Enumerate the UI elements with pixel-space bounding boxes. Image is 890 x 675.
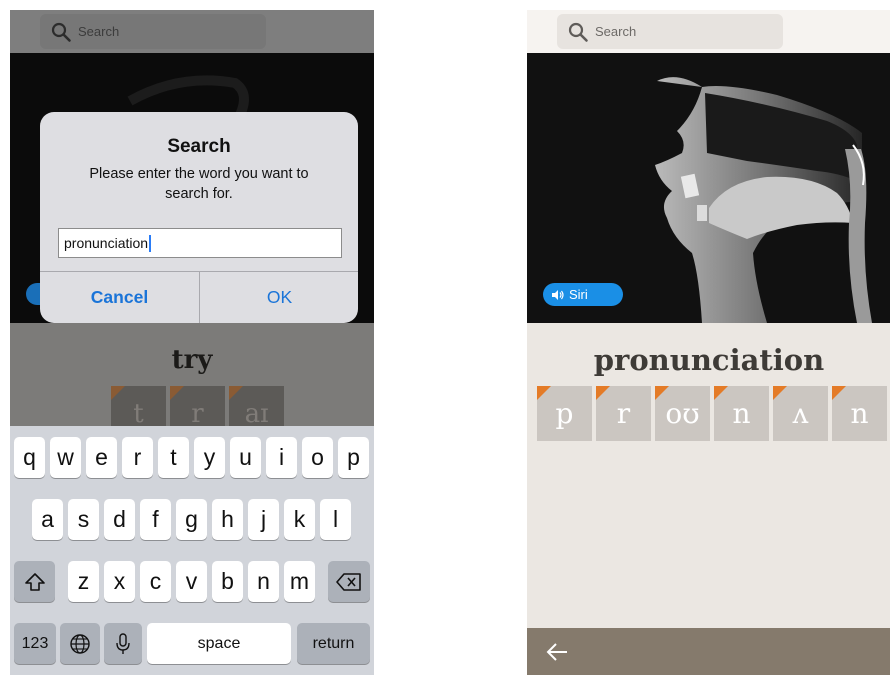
left-phone-screen: Search try t r aɪ Search Please enter th… bbox=[10, 10, 374, 675]
globe-key[interactable] bbox=[60, 623, 100, 664]
phoneme-tile[interactable]: p bbox=[537, 386, 592, 441]
phoneme-tile[interactable]: r bbox=[596, 386, 651, 441]
numbers-key[interactable]: 123 bbox=[14, 623, 56, 664]
shift-arrow-icon bbox=[24, 572, 45, 591]
ok-button[interactable]: OK bbox=[200, 272, 358, 323]
search-icon bbox=[51, 22, 71, 42]
key-m[interactable]: m bbox=[284, 561, 315, 602]
key-u[interactable]: u bbox=[230, 437, 261, 478]
top-search-bar: Search bbox=[527, 10, 890, 53]
bottom-navigation-bar bbox=[527, 628, 890, 675]
key-s[interactable]: s bbox=[68, 499, 99, 540]
key-i[interactable]: i bbox=[266, 437, 297, 478]
backspace-icon bbox=[336, 572, 361, 591]
speaker-icon bbox=[552, 289, 564, 300]
dialog-input-value: pronunciation bbox=[64, 235, 149, 251]
search-placeholder: Search bbox=[595, 24, 637, 39]
key-d[interactable]: d bbox=[104, 499, 135, 540]
cancel-button[interactable]: Cancel bbox=[40, 272, 199, 323]
tile-corner-marker bbox=[714, 386, 728, 400]
search-icon bbox=[568, 22, 588, 42]
key-w[interactable]: w bbox=[50, 437, 81, 478]
shift-key[interactable] bbox=[14, 561, 55, 602]
key-y[interactable]: y bbox=[194, 437, 225, 478]
key-r[interactable]: r bbox=[122, 437, 153, 478]
tile-corner-marker bbox=[773, 386, 787, 400]
key-k[interactable]: k bbox=[284, 499, 315, 540]
key-z[interactable]: z bbox=[68, 561, 99, 602]
key-q[interactable]: q bbox=[14, 437, 45, 478]
delete-key[interactable] bbox=[328, 561, 370, 602]
phoneme-tile[interactable]: n bbox=[714, 386, 769, 441]
dialog-message: Please enter the word you want to search… bbox=[89, 166, 309, 202]
onscreen-keyboard: q w e r t y u i o p a s d f g h j k l z … bbox=[10, 426, 374, 675]
word-area: pronunciation p r oʊ n ʌ n bbox=[527, 323, 890, 675]
globe-icon bbox=[70, 633, 90, 654]
tile-corner-marker bbox=[229, 386, 243, 400]
key-t[interactable]: t bbox=[158, 437, 189, 478]
tile-corner-marker bbox=[832, 386, 846, 400]
search-dialog: Search Please enter the word you want to… bbox=[40, 112, 358, 323]
phoneme-tiles: p r oʊ n ʌ n bbox=[537, 386, 887, 441]
articulation-image: Siri bbox=[527, 53, 890, 323]
tile-corner-marker bbox=[537, 386, 551, 400]
key-l[interactable]: l bbox=[320, 499, 351, 540]
search-field[interactable]: Search bbox=[40, 14, 266, 49]
key-j[interactable]: j bbox=[248, 499, 279, 540]
space-key[interactable]: space bbox=[147, 623, 291, 664]
dialog-title: Search bbox=[167, 136, 231, 157]
text-caret bbox=[149, 234, 151, 252]
key-x[interactable]: x bbox=[104, 561, 135, 602]
top-search-bar: Search bbox=[10, 10, 374, 53]
key-e[interactable]: e bbox=[86, 437, 117, 478]
microphone-icon bbox=[116, 632, 130, 654]
right-phone-screen: Search Siri pronunciation p r oʊ n ʌ n bbox=[527, 10, 890, 675]
current-word: try bbox=[171, 345, 213, 375]
tile-corner-marker bbox=[170, 386, 184, 400]
key-a[interactable]: a bbox=[32, 499, 63, 540]
tile-corner-marker bbox=[111, 386, 125, 400]
siri-label: Siri bbox=[569, 287, 588, 302]
key-c[interactable]: c bbox=[140, 561, 171, 602]
key-g[interactable]: g bbox=[176, 499, 207, 540]
key-p[interactable]: p bbox=[338, 437, 369, 478]
key-b[interactable]: b bbox=[212, 561, 243, 602]
tile-corner-marker bbox=[596, 386, 610, 400]
key-n[interactable]: n bbox=[248, 561, 279, 602]
tile-corner-marker bbox=[655, 386, 669, 400]
key-f[interactable]: f bbox=[140, 499, 171, 540]
phoneme-tile[interactable]: n bbox=[832, 386, 887, 441]
siri-voice-button[interactable]: Siri bbox=[543, 283, 623, 306]
microphone-key[interactable] bbox=[104, 623, 142, 664]
phoneme-tile[interactable]: ʌ bbox=[773, 386, 828, 441]
back-arrow-icon[interactable] bbox=[545, 640, 569, 664]
current-word: pronunciation bbox=[593, 343, 825, 377]
phoneme-tile[interactable]: oʊ bbox=[655, 386, 710, 441]
key-v[interactable]: v bbox=[176, 561, 207, 602]
key-o[interactable]: o bbox=[302, 437, 333, 478]
return-key[interactable]: return bbox=[297, 623, 370, 664]
search-placeholder: Search bbox=[78, 24, 120, 39]
dialog-search-input[interactable]: pronunciation bbox=[58, 228, 342, 258]
key-h[interactable]: h bbox=[212, 499, 243, 540]
search-field[interactable]: Search bbox=[557, 14, 783, 49]
